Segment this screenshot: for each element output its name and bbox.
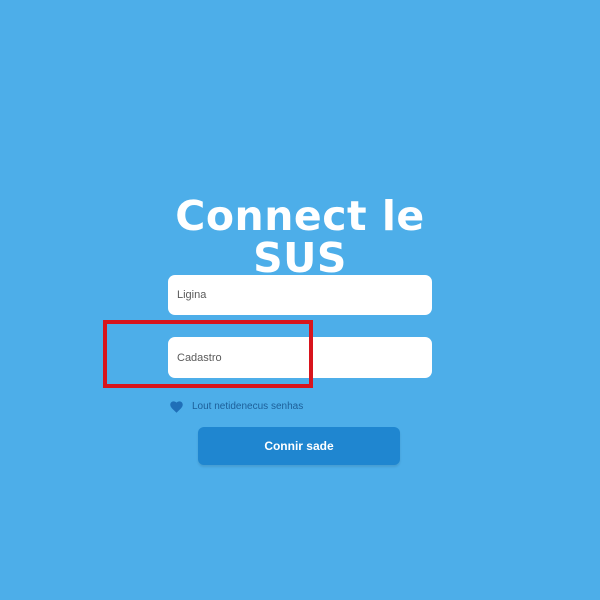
login-input[interactable] (168, 275, 432, 315)
submit-button[interactable]: Connir sade (198, 427, 400, 465)
page-title-line-2: SUS (253, 234, 347, 283)
remember-passwords-label: Lout netidenecus senhas (192, 400, 304, 412)
heart-icon (170, 400, 183, 413)
page-title-line-1: Connect le (175, 192, 425, 241)
page-title: Connect le SUS (0, 195, 600, 279)
cadastro-input[interactable] (168, 337, 432, 378)
remember-passwords-option[interactable]: Lout netidenecus senhas (170, 398, 303, 414)
